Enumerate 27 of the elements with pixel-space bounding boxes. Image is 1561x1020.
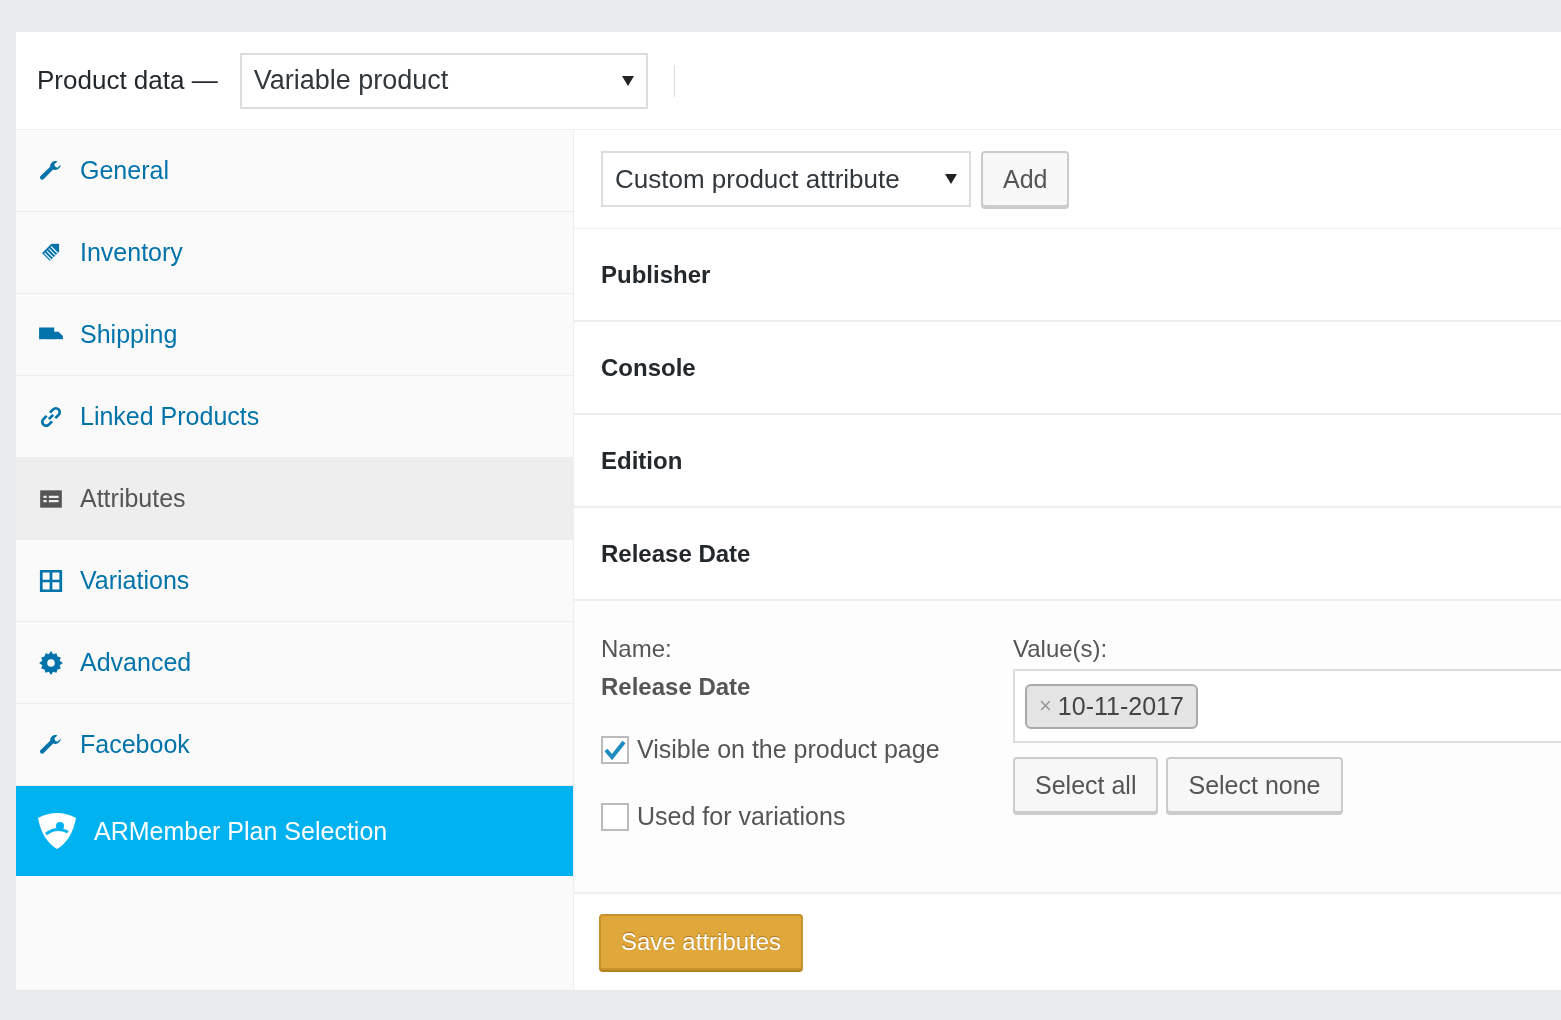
settings-icon <box>38 649 64 676</box>
sidebar-tab[interactable]: Advanced <box>16 622 573 704</box>
values-field[interactable]: × 10-11-2017 <box>1013 669 1561 743</box>
attribute-select[interactable]: Custom product attribute <box>601 151 971 207</box>
sidebar-tab[interactable]: Attributes <box>16 458 573 540</box>
add-button[interactable]: Add <box>981 151 1070 207</box>
sidebar-tab[interactable]: Shipping <box>16 294 573 376</box>
checkbox-label: Visible on the product page <box>637 735 940 764</box>
grid-icon <box>38 567 64 594</box>
product-type-select[interactable]: Variable product <box>239 52 648 109</box>
panel-title: Product data — <box>37 65 218 96</box>
check-icon <box>604 739 626 760</box>
caret-icon <box>621 75 634 86</box>
sidebar-tab[interactable]: Variations <box>16 540 573 622</box>
select-none-button[interactable]: Select none <box>1166 757 1343 813</box>
checkbox[interactable] <box>601 735 629 764</box>
name-label: Name: <box>601 635 673 663</box>
sidebar-tab[interactable]: General <box>16 130 573 212</box>
select-all-button[interactable]: Select all <box>1013 757 1159 813</box>
caret-icon <box>945 174 957 184</box>
checkbox[interactable] <box>601 802 629 831</box>
checkbox-label: Used for variations <box>637 802 846 831</box>
shield-logo-icon <box>36 812 78 850</box>
value-tag: × 10-11-2017 <box>1025 683 1198 729</box>
values-label: Value(s): <box>1013 635 1109 663</box>
name-value: Release Date <box>601 673 752 701</box>
sidebar-tab[interactable]: Inventory <box>16 212 573 294</box>
